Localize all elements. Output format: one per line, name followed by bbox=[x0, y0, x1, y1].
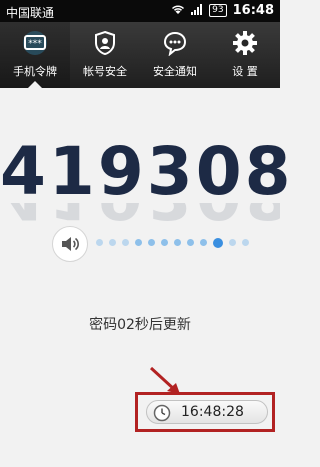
highlight-box: 16:48:28 bbox=[135, 392, 275, 432]
tab-label: 设 置 bbox=[232, 65, 258, 78]
carrier-name: 中国联通 bbox=[6, 6, 55, 20]
chat-bubble-icon bbox=[162, 30, 188, 59]
countdown-text: 密码02秒后更新 bbox=[89, 317, 191, 333]
progress-dot bbox=[148, 239, 155, 246]
speaker-icon bbox=[62, 237, 79, 251]
progress-dot bbox=[174, 239, 181, 246]
progress-dot bbox=[96, 239, 103, 246]
signal-icon bbox=[191, 3, 203, 18]
clock-widget[interactable]: 16:48:28 bbox=[146, 400, 268, 424]
gear-icon bbox=[232, 30, 258, 59]
speaker-button[interactable] bbox=[52, 226, 88, 262]
status-bar: 中国联通 93 16:48 bbox=[0, 0, 280, 22]
progress-dots bbox=[96, 237, 249, 248]
tab-label: 安全通知 bbox=[153, 65, 197, 78]
tab-bar: *** 手机令牌 帐号安全 安全通知 设 置 bbox=[0, 22, 280, 88]
status-time: 16:48 bbox=[232, 3, 274, 18]
tab-label: 帐号安全 bbox=[83, 65, 127, 78]
progress-dot bbox=[229, 239, 236, 246]
tab-settings[interactable]: 设 置 bbox=[210, 22, 280, 88]
svg-text:***: *** bbox=[28, 39, 42, 49]
token-code: 419308 bbox=[0, 133, 294, 210]
progress-dot bbox=[122, 239, 129, 246]
status-icons: 93 16:48 bbox=[171, 3, 274, 18]
progress-dot-active bbox=[213, 237, 223, 248]
wifi-icon bbox=[171, 4, 185, 18]
clock-time: 16:48:28 bbox=[181, 404, 244, 420]
progress-dot bbox=[200, 239, 207, 246]
tab-account-security[interactable]: 帐号安全 bbox=[70, 22, 140, 88]
progress-dot bbox=[187, 239, 194, 246]
progress-dot bbox=[242, 239, 249, 246]
progress-dot bbox=[161, 239, 168, 246]
tab-phone-token[interactable]: *** 手机令牌 bbox=[0, 22, 70, 88]
token-card-icon: *** bbox=[20, 30, 50, 59]
progress-dot bbox=[109, 239, 116, 246]
shield-icon bbox=[92, 30, 118, 59]
token-code-reflection: 419308 bbox=[0, 203, 280, 233]
active-tab-caret bbox=[28, 81, 42, 88]
battery-indicator: 93 bbox=[209, 4, 227, 17]
progress-dot bbox=[135, 239, 142, 246]
tab-security-notice[interactable]: 安全通知 bbox=[140, 22, 210, 88]
tab-label: 手机令牌 bbox=[13, 65, 57, 78]
clock-icon bbox=[153, 404, 171, 426]
